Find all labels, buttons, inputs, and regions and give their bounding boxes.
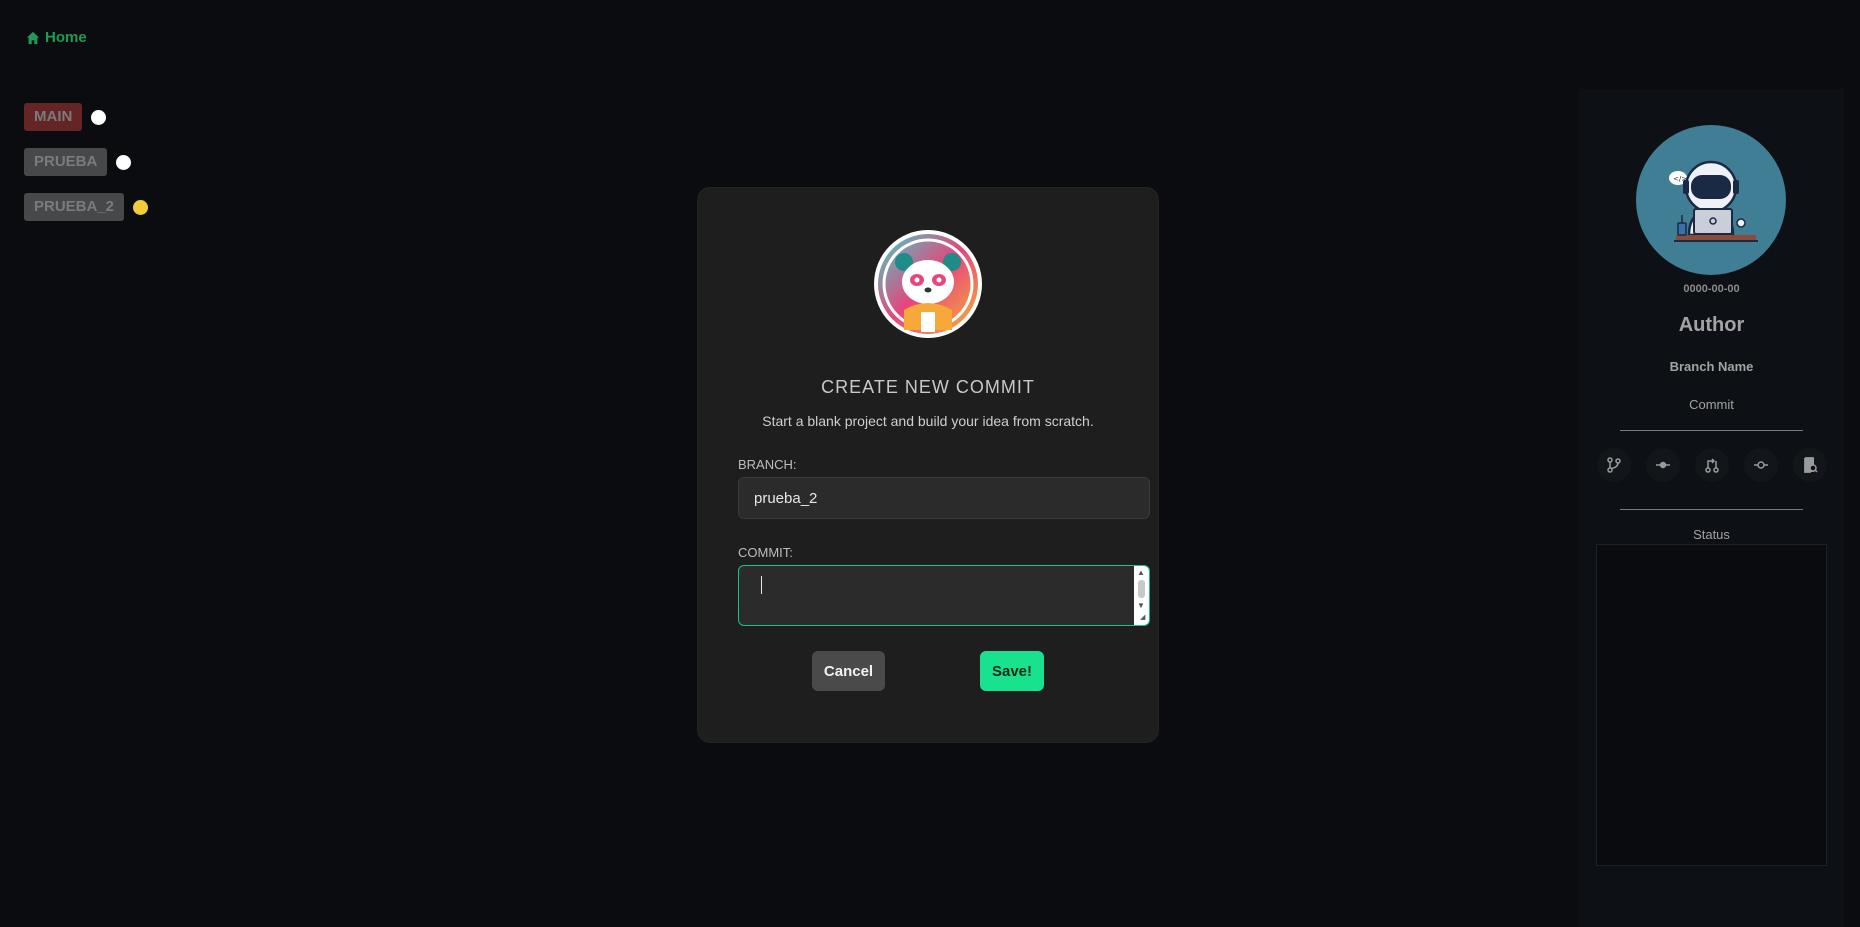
text-caret — [761, 576, 762, 594]
textarea-scrollbar[interactable]: ▲ ▼ ◢ — [1134, 566, 1149, 625]
branch-status-dot-active — [133, 199, 149, 215]
commit-textarea[interactable] — [738, 565, 1150, 626]
branch-button[interactable] — [1596, 448, 1631, 482]
modal-subtitle: Start a blank project and build your ide… — [762, 413, 1094, 429]
commit-node-button[interactable] — [1645, 448, 1680, 482]
commit-icon — [1753, 461, 1768, 469]
commit-author: Author — [1678, 314, 1745, 336]
panda-logo-icon — [878, 234, 978, 334]
branch-tag-prueba[interactable]: PRUEBA — [24, 148, 108, 176]
branch-tag-main[interactable]: MAIN — [24, 103, 83, 131]
author-avatar: </> — [1636, 125, 1786, 275]
commit-node-icon — [1655, 461, 1670, 469]
commit-branch-name: Branch Name — [1669, 359, 1754, 374]
branch-field-label: BRANCH: — [738, 457, 797, 472]
branch-icon — [1606, 457, 1621, 473]
branch-row-main: MAIN — [24, 103, 148, 131]
commit-message: Commit — [1689, 397, 1734, 412]
home-link[interactable]: Home — [26, 29, 87, 46]
branch-status-dot — [116, 154, 132, 170]
home-label: Home — [45, 29, 87, 46]
search-document-button[interactable] — [1792, 448, 1827, 482]
branch-list: MAIN PRUEBA PRUEBA_2 — [24, 103, 149, 221]
cancel-button[interactable]: Cancel — [812, 651, 885, 691]
astronaut-avatar-icon: </> — [1669, 160, 1758, 242]
branch-tag-prueba-2[interactable]: PRUEBA_2 — [24, 193, 125, 221]
panda-logo — [874, 230, 982, 338]
divider — [1620, 430, 1803, 431]
commit-date: 0000-00-00 — [1683, 283, 1740, 295]
commit-details-panel: </> 0000-00-00 Author Branch Name Commit — [1579, 89, 1844, 927]
save-button[interactable]: Save! — [980, 651, 1044, 691]
branch-row-prueba: PRUEBA — [24, 148, 148, 176]
scroll-up-icon[interactable]: ▲ — [1137, 569, 1145, 577]
home-icon — [26, 31, 40, 44]
commit-field-label: COMMIT: — [738, 545, 793, 560]
merge-button[interactable] — [1694, 448, 1729, 482]
status-box — [1596, 544, 1827, 866]
search-document-icon — [1803, 457, 1818, 473]
commit-actions-toolbar — [1579, 448, 1844, 482]
modal-title: CREATE NEW COMMIT — [821, 377, 1035, 397]
resize-handle-icon[interactable]: ◢ — [1140, 614, 1145, 622]
commit-button[interactable] — [1743, 448, 1778, 482]
create-commit-modal: CREATE NEW COMMIT Start a blank project … — [698, 188, 1158, 742]
scroll-thumb[interactable] — [1138, 580, 1145, 598]
scroll-down-icon[interactable]: ▼ — [1137, 602, 1145, 610]
status-label: Status — [1693, 527, 1730, 542]
branch-input[interactable] — [738, 477, 1150, 519]
divider — [1620, 509, 1803, 510]
branch-row-prueba-2: PRUEBA_2 — [24, 193, 149, 221]
merge-icon — [1704, 458, 1719, 473]
branch-status-dot — [91, 109, 107, 125]
